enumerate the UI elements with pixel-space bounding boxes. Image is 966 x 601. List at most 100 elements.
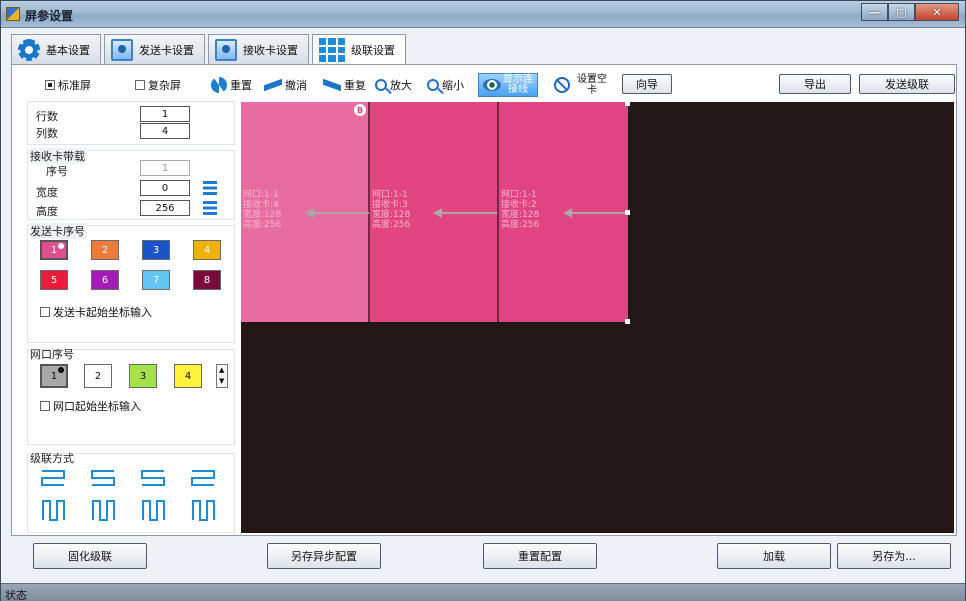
reset-config-button[interactable]: 重置配置	[483, 543, 597, 569]
radio-checked-icon	[45, 80, 55, 90]
receiver-load-group: 接收卡带载 序号 1 宽度 0 高度 256	[27, 148, 235, 220]
sender-card-icon	[111, 38, 133, 61]
port-number: 4	[184, 370, 192, 382]
sender-index-title: 发送卡序号	[30, 223, 87, 239]
cascade-mode-vertical-2[interactable]	[88, 498, 118, 522]
cascade-mode-horizontal-2[interactable]	[88, 466, 118, 490]
sender-card-number: 8	[203, 274, 211, 286]
index-label: 序号	[46, 165, 68, 178]
tab-sender-settings[interactable]: 发送卡设置	[104, 34, 205, 64]
zoom-out-label: 缩小	[442, 79, 464, 92]
sender-card-8[interactable]: 8	[193, 270, 221, 290]
height-label: 高度	[36, 205, 58, 218]
sender-card-6[interactable]: 6	[91, 270, 119, 290]
height-adjust-icon[interactable]	[203, 201, 217, 215]
tab-basic-settings[interactable]: 基本设置	[11, 34, 101, 64]
cell-info: 网口:1-1 接收卡:3 宽度:128 高度:256	[372, 190, 410, 230]
settings-sidebar: 行数 1 列数 4 接收卡带载 序号 1 宽度 0 高度 256 发送卡序号 1…	[27, 101, 237, 533]
sender-card-7[interactable]: 7	[142, 270, 170, 290]
resize-handle[interactable]	[625, 101, 630, 106]
undo-button[interactable]: 撤消	[264, 73, 307, 97]
port-3[interactable]: 3	[129, 364, 157, 388]
sender-card-3[interactable]: 3	[142, 240, 170, 260]
port-2[interactable]: 2	[84, 364, 112, 388]
receiver-card-icon	[215, 38, 237, 61]
port-1[interactable]: 1	[40, 364, 68, 388]
sender-coord-checkbox[interactable]: 发送卡起始坐标输入	[40, 300, 152, 324]
set-empty-label: 设置空 卡	[577, 74, 607, 96]
reset-button[interactable]: 重置	[211, 73, 252, 97]
reset-label: 重置	[230, 79, 252, 92]
connection-arrow	[563, 208, 627, 218]
rows-label: 行数	[36, 110, 58, 123]
cols-input[interactable]: 4	[140, 123, 190, 139]
chevron-down-icon: ▼	[219, 377, 225, 385]
standard-screen-radio[interactable]: 标准屏	[45, 73, 91, 97]
resize-handle[interactable]	[625, 319, 630, 324]
port-index-group: 网口序号 1 2 3 4 ▲ ▼ 网口起始坐标输入	[27, 348, 235, 445]
complex-screen-radio[interactable]: 复杂屏	[135, 73, 181, 97]
sender-coord-label: 发送卡起始坐标输入	[53, 306, 152, 319]
port-scroll-stepper[interactable]: ▲ ▼	[216, 364, 228, 388]
cascade-mode-horizontal-1[interactable]	[38, 466, 68, 490]
cols-label: 列数	[36, 127, 58, 140]
cell-port: 网口:1-1	[501, 190, 537, 200]
tab-receiver-settings[interactable]: 接收卡设置	[208, 34, 309, 64]
resize-handle[interactable]	[625, 210, 630, 215]
zoom-out-button[interactable]: 缩小	[427, 73, 464, 97]
cascade-mode-vertical-4[interactable]	[188, 498, 218, 522]
cell-height: 高度:256	[372, 220, 411, 230]
maximize-button[interactable]: ▢	[888, 3, 915, 21]
height-input[interactable]: 256	[140, 200, 190, 216]
tab-cascade-settings[interactable]: 级联设置	[312, 34, 406, 65]
width-input[interactable]: 0	[140, 180, 190, 196]
minimize-button[interactable]: —	[861, 3, 888, 21]
port-coord-checkbox[interactable]: 网口起始坐标输入	[40, 394, 141, 418]
cascade-canvas[interactable]: B 网口:1-1 接收卡:4 宽度:128 高度:256 网口:1-1 接收卡:…	[241, 101, 954, 533]
chevron-up-icon: ▲	[219, 366, 225, 374]
snake-vertical-icon	[92, 500, 115, 521]
show-lines-button[interactable]: 显示连 接线	[478, 73, 538, 97]
maximize-icon: ▢	[896, 5, 907, 19]
standard-screen-label: 标准屏	[58, 79, 91, 92]
port-4[interactable]: 4	[174, 364, 202, 388]
rows-input[interactable]: 1	[140, 106, 190, 122]
close-button[interactable]: ✕	[915, 3, 959, 21]
sender-card-number: 2	[101, 244, 109, 256]
cascade-mode-group: 级联方式	[27, 452, 235, 533]
export-button[interactable]: 导出	[779, 74, 851, 94]
wizard-button[interactable]: 向导	[622, 74, 672, 94]
sender-card-2[interactable]: 2	[91, 240, 119, 260]
tab-bar: 基本设置 发送卡设置 接收卡设置 级联设置	[11, 34, 409, 65]
save-async-config-button[interactable]: 另存异步配置	[267, 543, 381, 569]
sender-card-4[interactable]: 4	[193, 240, 221, 260]
show-lines-label: 显示连 接线	[503, 74, 533, 95]
zoom-in-icon	[375, 79, 387, 91]
save-as-button[interactable]: 另存为...	[837, 543, 951, 569]
cell-info: 网口:1-1 接收卡:4 宽度:128 高度:256	[243, 190, 281, 230]
snake-vertical-icon	[142, 500, 165, 521]
cascade-mode-horizontal-3[interactable]	[138, 466, 168, 490]
redo-button[interactable]: 重复	[323, 73, 366, 97]
load-button[interactable]: 加载	[717, 543, 831, 569]
snake-horizontal-icon	[191, 470, 215, 486]
status-text: 状态	[5, 589, 27, 601]
sender-index-group: 发送卡序号 1 2 3 4 5 6 7 8 发送卡起始坐标输入	[27, 223, 235, 343]
cascade-mode-vertical-3[interactable]	[138, 498, 168, 522]
port-index-title: 网口序号	[30, 348, 74, 361]
zoom-in-button[interactable]: 放大	[375, 73, 412, 97]
checkbox-icon	[40, 307, 50, 317]
set-empty-card-button[interactable]: 设置空 卡	[554, 73, 607, 97]
width-adjust-icon[interactable]	[203, 181, 217, 195]
sender-card-1[interactable]: 1	[40, 240, 68, 260]
cascade-mode-vertical-1[interactable]	[38, 498, 68, 522]
sender-card-5[interactable]: 5	[40, 270, 68, 290]
snake-horizontal-icon	[91, 470, 115, 486]
solidify-cascade-button[interactable]: 固化级联	[33, 543, 147, 569]
app-logo-icon	[6, 7, 20, 21]
cell-width: 宽度:128	[243, 210, 282, 220]
cascade-mode-horizontal-4[interactable]	[188, 466, 218, 490]
send-cascade-button[interactable]: 发送级联	[859, 74, 955, 94]
start-marker-icon: B	[354, 104, 366, 116]
cell-info: 网口:1-1 接收卡:2 宽度:128 高度:256	[501, 190, 539, 230]
